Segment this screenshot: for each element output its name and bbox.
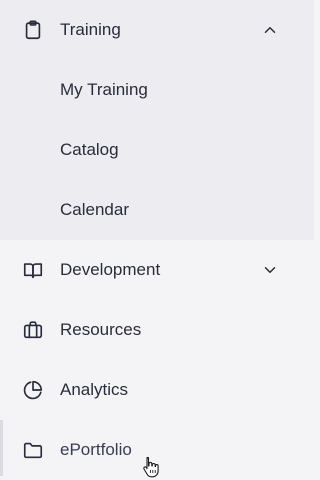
chevron-down-icon[interactable] bbox=[261, 261, 279, 279]
sidebar-item-label: ePortfolio bbox=[60, 440, 132, 459]
briefcase-icon bbox=[22, 319, 44, 341]
sidebar-subitem-my-training[interactable]: My Training bbox=[0, 60, 314, 120]
sidebar-item-label: Resources bbox=[60, 320, 142, 339]
sidebar-subitem-calendar[interactable]: Calendar bbox=[0, 180, 314, 240]
sidebar-subitem-label: Catalog bbox=[60, 140, 119, 159]
sidebar-nav: Training My Training Catalog Calendar De… bbox=[0, 0, 314, 478]
sidebar-item-label: Analytics bbox=[60, 380, 129, 399]
sidebar-item-development[interactable]: Development bbox=[0, 240, 314, 300]
sidebar-subitem-label: Calendar bbox=[60, 200, 129, 219]
sidebar-item-label: Development bbox=[60, 260, 161, 279]
clipboard-icon bbox=[22, 19, 44, 41]
sidebar-item-analytics[interactable]: Analytics bbox=[0, 360, 314, 420]
sidebar-item-label: Training bbox=[60, 20, 121, 39]
hand-pointer-cursor-icon bbox=[143, 456, 159, 478]
chevron-up-icon[interactable] bbox=[261, 21, 279, 39]
sidebar-subitem-catalog[interactable]: Catalog bbox=[0, 120, 314, 180]
folder-icon bbox=[22, 439, 44, 461]
sidebar-item-resources[interactable]: Resources bbox=[0, 300, 314, 360]
book-open-icon bbox=[22, 259, 44, 281]
pie-chart-icon bbox=[22, 379, 44, 401]
sidebar-item-training[interactable]: Training bbox=[0, 0, 314, 60]
sidebar-subitem-label: My Training bbox=[60, 80, 148, 99]
